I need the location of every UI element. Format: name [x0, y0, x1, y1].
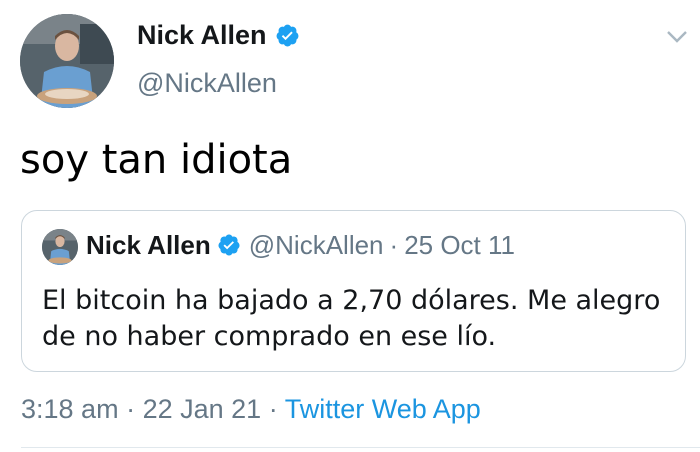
author-name-row: Nick Allen: [137, 22, 300, 49]
tweet-text: soy tan idiota: [20, 137, 293, 183]
metadata-separator: ·: [126, 394, 136, 424]
author-avatar[interactable]: [20, 14, 114, 108]
quoted-author-avatar: [42, 229, 78, 265]
quoted-separator: ·: [389, 230, 399, 260]
quoted-date: 25 Oct 11: [404, 230, 515, 260]
quoted-tweet-text: El bitcoin ha bajado a 2,70 dólares. Me …: [42, 285, 661, 352]
author-name[interactable]: Nick Allen: [137, 22, 267, 49]
divider: [21, 447, 700, 448]
chevron-down-icon[interactable]: [666, 30, 688, 44]
tweet-metadata: 3:18 am · 22 Jan 21 · Twitter Web App: [21, 396, 481, 423]
tweet-date[interactable]: 22 Jan 21: [143, 394, 262, 424]
verified-badge-icon: [217, 233, 241, 257]
tweet-time[interactable]: 3:18 am: [21, 394, 119, 424]
tweet-source-link[interactable]: Twitter Web App: [285, 394, 481, 424]
quoted-author-name: Nick Allen: [86, 230, 211, 260]
quoted-author-handle: @NickAllen: [248, 230, 384, 260]
metadata-separator: ·: [268, 394, 278, 424]
quoted-header: Nick Allen @NickAllen · 25 Oct 11: [86, 232, 515, 258]
author-handle[interactable]: @NickAllen: [137, 70, 277, 97]
quoted-tweet[interactable]: Nick Allen @NickAllen · 25 Oct 11 El bit…: [21, 210, 686, 372]
verified-badge-icon: [275, 23, 300, 48]
